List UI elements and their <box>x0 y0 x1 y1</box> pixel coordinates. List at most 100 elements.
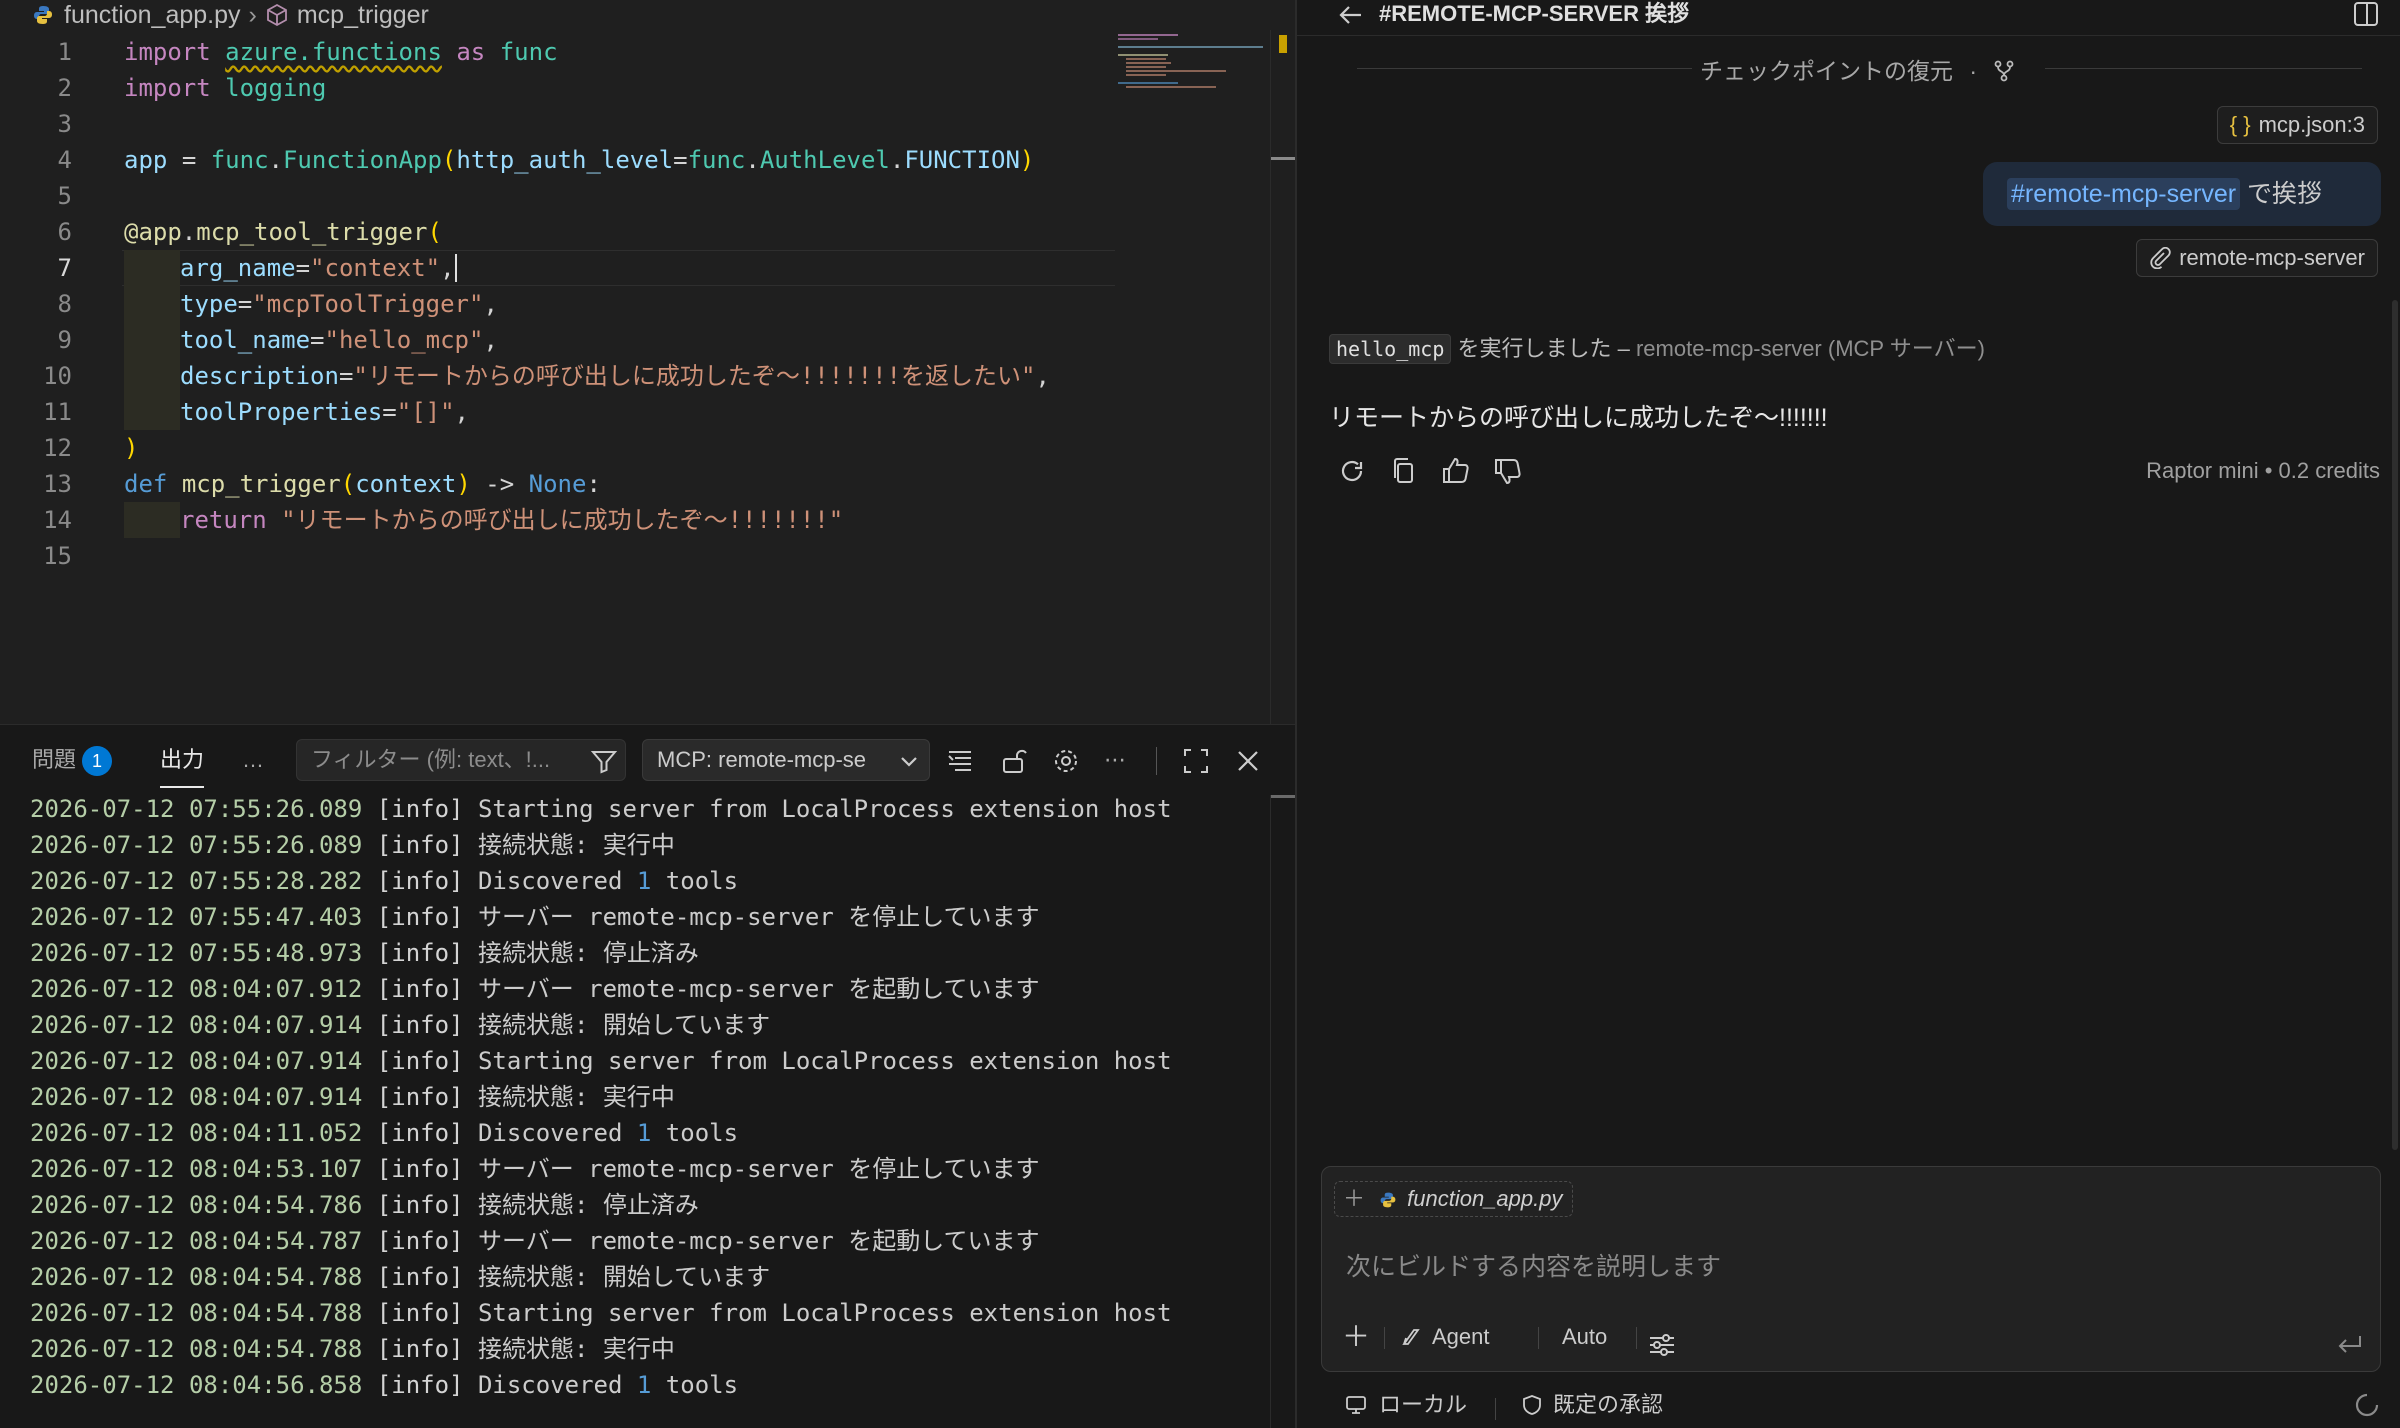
log-line: 2026-07-12 08:04:54.788 [info] 接続状態: 開始し… <box>30 1259 1270 1295</box>
context-file-chip[interactable]: ＋ function_app.py <box>1334 1181 1574 1217</box>
log-level: [info] <box>376 1227 464 1255</box>
chevron-right-icon: › <box>248 0 257 29</box>
checkpoint-separator: · <box>1969 58 1978 84</box>
context-file-label: mcp.json:3 <box>2258 112 2365 137</box>
log-line: 2026-07-12 08:04:53.107 [info] サーバー remo… <box>30 1151 1270 1187</box>
clear-output-icon[interactable] <box>946 747 974 775</box>
log-level: [info] <box>376 1371 464 1399</box>
log-message: Starting server from LocalProcess extens… <box>477 795 1172 823</box>
branch-icon[interactable] <box>1993 60 2015 82</box>
log-level: [info] <box>376 1155 464 1183</box>
local-session-button[interactable]: ローカル <box>1345 1388 1467 1422</box>
mcp-server-reference[interactable]: #remote-mcp-server <box>2007 178 2241 210</box>
log-message: Starting server from LocalProcess extens… <box>477 1299 1172 1327</box>
thumbs-up-icon[interactable] <box>1439 454 1473 488</box>
tools-config-icon[interactable] <box>1648 1325 1676 1365</box>
send-icon[interactable] <box>2334 1325 2364 1365</box>
add-context-icon[interactable]: ＋ <box>1342 1317 1370 1357</box>
log-message: Discovered 1 tools <box>477 1371 739 1399</box>
output-channel-select[interactable]: MCP: remote-mcp-se <box>642 739 930 781</box>
log-message: Starting server from LocalProcess extens… <box>477 1047 1172 1075</box>
log-timestamp: 2026-07-12 08:04:54.788 <box>30 1335 363 1363</box>
log-line: 2026-07-12 07:55:48.973 [info] 接続状態: 停止済… <box>30 935 1270 971</box>
cursor-marker <box>1271 157 1295 160</box>
output-log[interactable]: 2026-07-12 07:55:26.089 [info] Starting … <box>30 791 1270 1403</box>
toolbar-divider <box>1156 747 1157 775</box>
output-channel-value: MCP: remote-mcp-se <box>657 747 867 772</box>
filter-icon[interactable] <box>590 747 618 775</box>
chat-prompt-input[interactable] <box>1346 1247 2356 1287</box>
chat-header: #REMOTE-MCP-SERVER 挨拶 <box>1297 0 2400 36</box>
log-level: [info] <box>376 831 464 859</box>
chat-input-box[interactable]: ＋ function_app.py ＋ Agent Auto <box>1321 1166 2381 1372</box>
code-area[interactable]: 1 import azure.functions as func 2 import … <box>0 34 1115 574</box>
log-message: 接続状態: 停止済み <box>477 1191 699 1219</box>
code-line: 2 import logging <box>57 74 327 102</box>
close-panel-icon[interactable] <box>1234 747 1262 775</box>
log-timestamp: 2026-07-12 08:04:54.788 <box>30 1263 363 1291</box>
attachment-label: remote-mcp-server <box>2179 245 2365 270</box>
log-level: [info] <box>376 939 464 967</box>
log-level: [info] <box>376 1119 464 1147</box>
log-timestamp: 2026-07-12 07:55:48.973 <box>30 939 363 967</box>
code-line: 9 tool_name="hello_mcp", <box>0 322 1115 358</box>
tab-problems[interactable]: 問題 1 <box>32 725 113 795</box>
attachment-pill[interactable]: remote-mcp-server <box>2136 239 2378 277</box>
output-scrollbar[interactable] <box>1270 795 1295 1428</box>
attachment-icon <box>2150 246 2171 270</box>
loading-spinner-icon <box>2355 1393 2379 1417</box>
cube-symbol-icon <box>266 3 287 27</box>
more-actions-icon[interactable]: ⋯ <box>1104 725 1126 795</box>
chat-footer: ローカル 既定の承認 <box>1297 1384 2400 1428</box>
log-message: 接続状態: 開始しています <box>477 1011 771 1039</box>
log-level: [info] <box>376 1011 464 1039</box>
warning-marker <box>1279 35 1287 53</box>
default-approval-button[interactable]: 既定の承認 <box>1521 1388 1663 1422</box>
user-message: #remote-mcp-server で挨拶 <box>1983 162 2381 226</box>
tool-source: remote-mcp-server (MCP サーバー) <box>1635 336 1985 361</box>
log-line: 2026-07-12 07:55:28.282 [info] Discovere… <box>30 863 1270 899</box>
checkpoint-label: チェックポイントの復元 <box>1700 58 1953 84</box>
tool-run-text: を実行しました – <box>1451 336 1636 361</box>
tab-output[interactable]: 出力 <box>160 732 205 788</box>
thumbs-down-icon[interactable] <box>1491 454 1525 488</box>
log-level: [info] <box>376 1191 464 1219</box>
chat-panel: #REMOTE-MCP-SERVER 挨拶 チェックポイントの復元 · { } m… <box>1295 0 2400 1428</box>
code-line: 6 @app.mcp_tool_trigger( <box>57 218 442 246</box>
chat-scrollbar[interactable] <box>2392 300 2398 1150</box>
gear-icon[interactable] <box>1052 747 1080 775</box>
model-auto-button[interactable]: Auto <box>1562 1317 1607 1357</box>
chevron-down-icon <box>901 757 917 767</box>
back-arrow-icon[interactable] <box>1337 2 1365 28</box>
more-tabs-button[interactable]: … <box>242 725 264 795</box>
model-info: Raptor mini • 0.2 credits <box>2146 458 2380 483</box>
agent-mode-button[interactable]: Agent <box>1400 1317 1490 1357</box>
code-editor[interactable]: function_app.py › mcp_trigger 1 import az… <box>0 0 1295 724</box>
log-timestamp: 2026-07-12 08:04:54.787 <box>30 1227 363 1255</box>
log-message: サーバー remote-mcp-server を停止しています <box>477 1155 1040 1183</box>
approval-label: 既定の承認 <box>1553 1392 1664 1417</box>
scroll-marker <box>1271 795 1295 798</box>
breadcrumb-file[interactable]: function_app.py <box>64 1 241 30</box>
copy-icon[interactable] <box>1387 454 1421 488</box>
tab-problems-label: 問題 <box>32 747 77 772</box>
context-file-pill[interactable]: { } mcp.json:3 <box>2216 106 2378 144</box>
plus-icon[interactable]: ＋ <box>1343 1186 1365 1211</box>
checkpoint-restore[interactable]: チェックポイントの復元 · <box>1297 48 2400 88</box>
output-filter-input[interactable]: フィルター (例: text、!... <box>296 739 626 781</box>
log-message: Discovered 1 tools <box>477 867 739 895</box>
editor-scrollbar[interactable] <box>1270 30 1295 724</box>
retry-icon[interactable] <box>1335 454 1369 488</box>
layout-panel-icon[interactable] <box>2352 0 2380 28</box>
log-message: 接続状態: 停止済み <box>477 939 699 967</box>
shield-icon <box>1523 1395 1541 1415</box>
minimap[interactable] <box>1118 30 1268 100</box>
maximize-panel-icon[interactable] <box>1182 747 1210 775</box>
lock-scroll-icon[interactable] <box>1000 747 1028 775</box>
log-message: 接続状態: 実行中 <box>477 831 675 859</box>
log-message: サーバー remote-mcp-server を起動しています <box>477 975 1040 1003</box>
code-line: 13 def mcp_trigger(context) -> None: <box>43 470 601 498</box>
agent-icon <box>1402 1329 1420 1345</box>
log-line: 2026-07-12 07:55:26.089 [info] 接続状態: 実行中 <box>30 827 1270 863</box>
breadcrumb-symbol[interactable]: mcp_trigger <box>297 1 429 30</box>
